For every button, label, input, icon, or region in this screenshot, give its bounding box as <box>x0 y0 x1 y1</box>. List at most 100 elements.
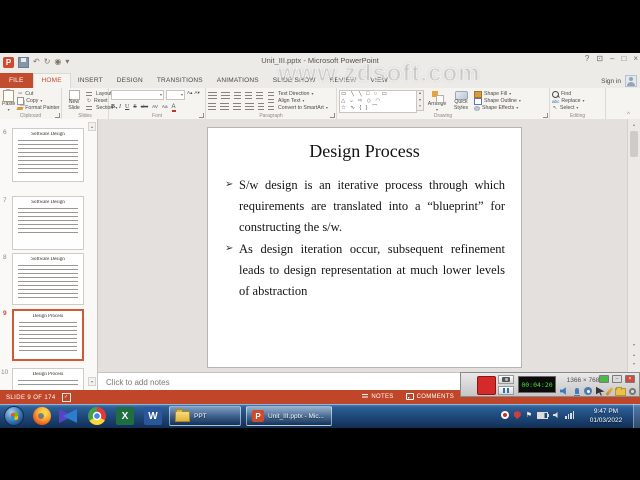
microphone-icon[interactable] <box>573 388 580 396</box>
firefox-icon[interactable] <box>33 407 51 425</box>
output-folder-icon[interactable] <box>614 387 626 396</box>
numbering-button[interactable] <box>221 92 230 99</box>
find-button[interactable]: Find <box>552 90 584 98</box>
tray-battery-icon[interactable] <box>537 411 549 419</box>
dialog-launcher-icon[interactable] <box>55 113 60 118</box>
align-right-button[interactable] <box>232 103 242 110</box>
notes-toggle-button[interactable]: NOTES <box>362 394 393 400</box>
dialog-launcher-icon[interactable] <box>330 113 335 118</box>
slide-body[interactable]: ➢ S/w design is an iterative process thr… <box>225 175 505 302</box>
cursor-icon[interactable] <box>595 386 605 396</box>
speaker-icon[interactable] <box>560 387 566 395</box>
recorder-close-icon[interactable]: × <box>625 375 635 383</box>
tab-design[interactable]: DESIGN <box>110 73 150 88</box>
tab-insert[interactable]: INSERT <box>71 73 110 88</box>
shrink-font-button[interactable]: A▾ <box>194 90 199 100</box>
select-button[interactable]: ↖ Select ▾ <box>552 105 584 111</box>
scroll-down-button[interactable]: ▼ <box>88 377 96 386</box>
decrease-indent-button[interactable] <box>234 92 241 99</box>
slide-thumbnail-9-selected[interactable]: Design Process <box>12 309 84 361</box>
settings-gear-icon[interactable] <box>629 387 636 395</box>
tab-review[interactable]: REVIEW <box>323 73 364 88</box>
next-slide-button[interactable]: ▼ <box>630 360 638 368</box>
quick-styles-button[interactable]: Quick Styles <box>450 89 472 112</box>
change-case-button[interactable]: Aa <box>162 104 168 109</box>
tab-slide-show[interactable]: SLIDE SHOW <box>266 73 323 88</box>
recorder-minimize-icon[interactable]: – <box>612 375 622 383</box>
copy-button[interactable]: Copy ▾ <box>17 97 59 105</box>
font-name-combobox[interactable]: ▾ <box>111 90 164 100</box>
slide-thumbnail-6[interactable]: Software Design <box>12 128 84 182</box>
tray-security-icon[interactable] <box>513 411 521 419</box>
character-spacing-button[interactable]: AV <box>152 104 158 109</box>
excel-icon[interactable]: X <box>116 407 134 425</box>
bullets-button[interactable] <box>208 92 217 99</box>
taskbar-folder-button[interactable]: PPT <box>169 406 241 426</box>
dialog-launcher-icon[interactable] <box>543 113 548 118</box>
slide-scrollbar[interactable]: ▲ ▼ ▲ ▼ <box>627 119 640 390</box>
minimize-icon[interactable]: – <box>610 55 614 63</box>
close-icon[interactable]: × <box>633 55 638 63</box>
show-desktop-button[interactable] <box>633 404 640 428</box>
increase-indent-button[interactable] <box>245 92 252 99</box>
tray-volume-icon[interactable] <box>553 412 558 418</box>
thumbnail-scrollbar[interactable]: ▲ ▼ <box>88 122 96 386</box>
shape-outline-button[interactable]: Shape Outline ▾ <box>474 97 521 105</box>
text-direction-button[interactable]: Text Direction ▾ <box>268 91 328 97</box>
justify-button[interactable] <box>245 103 254 110</box>
screenshot-button[interactable] <box>498 375 514 384</box>
align-left-button[interactable] <box>208 103 217 110</box>
tab-home[interactable]: HOME <box>32 73 71 88</box>
scroll-up-button[interactable]: ▲ <box>88 122 96 131</box>
tray-action-center-icon[interactable]: ⚑ <box>526 412 532 419</box>
format-painter-button[interactable]: Format Painter <box>16 105 60 111</box>
text-shadow-button[interactable]: S <box>133 104 136 110</box>
slide-thumbnail-10[interactable]: Design Process <box>12 368 84 390</box>
grow-font-button[interactable]: A▴ <box>187 90 192 100</box>
previous-slide-button[interactable]: ▲ <box>630 351 638 359</box>
record-stop-button[interactable] <box>477 376 496 395</box>
strikethrough-button[interactable]: abc <box>141 104 148 109</box>
start-button[interactable] <box>4 406 24 426</box>
underline-button[interactable]: U <box>125 104 129 110</box>
italic-button[interactable]: I <box>119 104 121 110</box>
maximize-icon[interactable]: □ <box>621 55 626 63</box>
spell-check-icon[interactable]: ✓ <box>61 393 71 402</box>
webcam-icon[interactable] <box>584 387 592 395</box>
word-icon[interactable]: W <box>144 407 162 425</box>
slide-thumbnail-8[interactable]: Software Design <box>12 253 84 305</box>
comments-toggle-button[interactable]: COMMENTS <box>405 393 454 400</box>
font-size-combobox[interactable]: ▾ <box>166 90 185 100</box>
media-player-icon[interactable] <box>59 407 77 425</box>
shape-effects-button[interactable]: Shape Effects ▾ <box>474 105 521 111</box>
chrome-icon[interactable] <box>88 407 106 425</box>
replace-button[interactable]: abc Replace ▾ <box>552 98 584 104</box>
new-slide-button[interactable]: New Slide <box>64 89 84 112</box>
columns-button[interactable] <box>257 103 265 110</box>
taskbar-powerpoint-button[interactable]: P Unit_III.pptx - Mic... <box>246 406 332 426</box>
recorder-maximize-icon[interactable] <box>599 375 609 383</box>
tab-animations[interactable]: ANIMATIONS <box>210 73 266 88</box>
paste-button[interactable]: Paste ▾ <box>2 88 15 112</box>
pause-button[interactable] <box>498 386 514 395</box>
sign-in[interactable]: Sign in <box>601 75 637 87</box>
taskbar-clock[interactable]: 9:47 PM 01/03/2022 <box>580 407 632 426</box>
shapes-gallery[interactable]: ▭ ╲ ╲ □ ○ ▭ △ ⌣ ⇨ ◇ ◠ ☆ ∿ { } ⌒ <box>339 90 417 113</box>
font-color-button[interactable]: A <box>171 104 176 112</box>
line-spacing-button[interactable] <box>256 92 263 99</box>
shapes-gallery-scroll[interactable]: ▲ ▼ ▾ <box>417 90 424 111</box>
help-icon[interactable]: ? <box>585 55 589 63</box>
scrollbar-thumb[interactable] <box>630 131 638 157</box>
tray-network-icon[interactable] <box>565 411 574 419</box>
tray-recorder-icon[interactable] <box>500 411 509 419</box>
dialog-launcher-icon[interactable] <box>199 113 204 118</box>
ribbon-display-icon[interactable]: ⊡ <box>596 55 603 63</box>
bold-button[interactable]: B <box>111 104 115 110</box>
slide-title[interactable]: Design Process <box>208 141 521 162</box>
scroll-up-button[interactable]: ▲ <box>630 121 638 129</box>
arrange-button[interactable]: Arrange ▾ <box>426 89 448 112</box>
scroll-down-button[interactable]: ▼ <box>630 341 638 349</box>
pen-icon[interactable] <box>605 386 614 396</box>
slide-canvas[interactable]: Design Process ➢ S/w design is an iterat… <box>207 127 522 368</box>
align-text-button[interactable]: Align Text ▾ <box>268 98 328 104</box>
